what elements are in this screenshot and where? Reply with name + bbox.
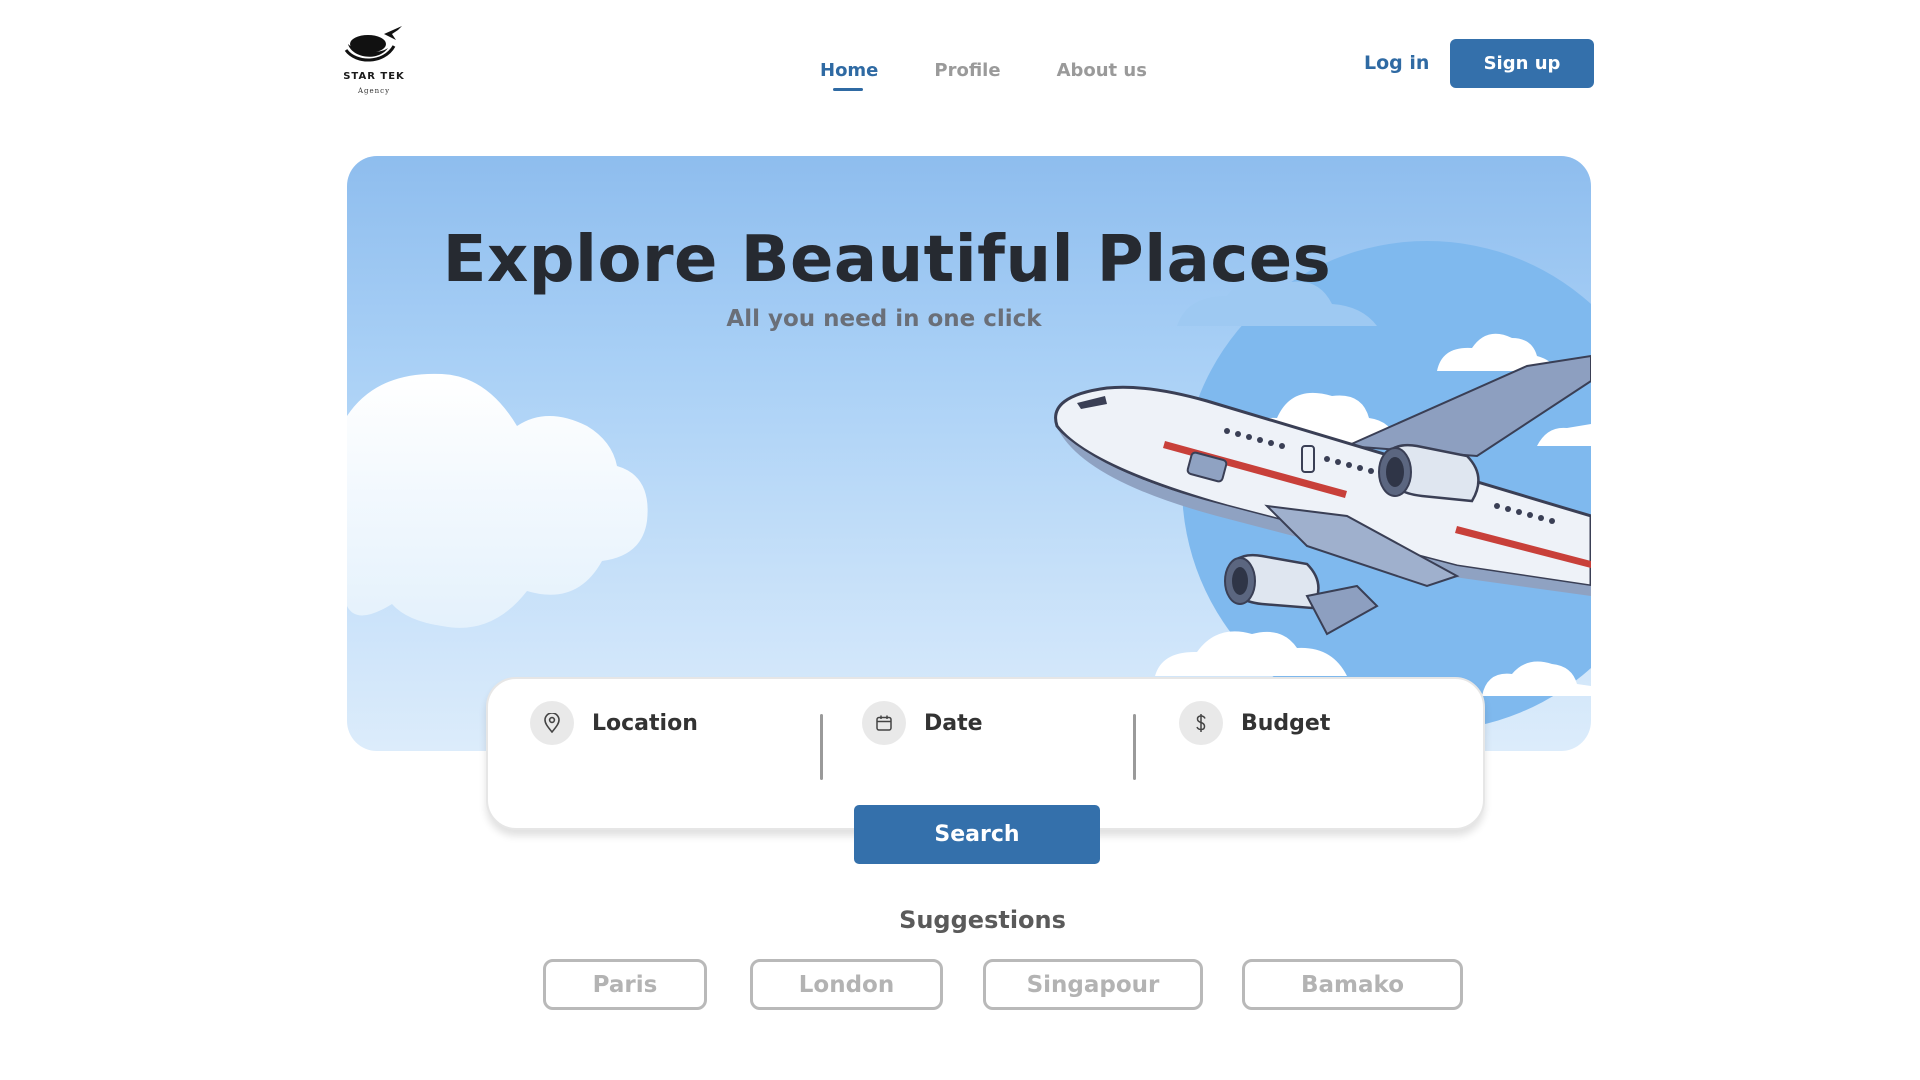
nav-item-label: Home (820, 60, 879, 81)
calendar-icon (862, 701, 906, 745)
nav-item-label: Profile (934, 60, 1001, 81)
nav-item-label: About us (1056, 60, 1147, 81)
hero-banner: Explore Beautiful Places All you need in… (347, 156, 1591, 751)
field-divider (1133, 714, 1136, 780)
hero-title: Explore Beautiful Places (442, 223, 1332, 297)
budget-field[interactable]: Budget (1179, 701, 1330, 745)
nav-item-about[interactable]: About us (1057, 60, 1147, 81)
brand-logo[interactable]: STAR TEK Agency (338, 24, 428, 104)
nav-item-home[interactable]: Home (820, 60, 879, 91)
location-field[interactable]: Location (530, 701, 698, 745)
suggestion-chip-bamako[interactable]: Bamako (1242, 959, 1463, 1010)
field-divider (820, 714, 823, 780)
plane-globe-icon (344, 26, 402, 62)
signup-button[interactable]: Sign up (1450, 39, 1594, 88)
login-link[interactable]: Log in (1364, 52, 1429, 74)
date-label: Date (924, 710, 983, 736)
brand-tagline: Agency (357, 87, 391, 95)
date-field[interactable]: Date (862, 701, 983, 745)
suggestions-title: Suggestions (899, 906, 1066, 934)
suggestion-chip-paris[interactable]: Paris (543, 959, 707, 1010)
suggestion-chip-singapour[interactable]: Singapour (983, 959, 1203, 1010)
search-button[interactable]: Search (854, 805, 1100, 864)
budget-label: Budget (1241, 710, 1331, 736)
brand-name: STAR TEK (343, 71, 405, 82)
location-label: Location (592, 710, 698, 736)
active-indicator (833, 88, 863, 91)
suggestion-chip-london[interactable]: London (750, 959, 943, 1010)
nav-item-profile[interactable]: Profile (934, 60, 1000, 81)
hero-subtitle: All you need in one click (726, 306, 1042, 332)
location-pin-icon (530, 701, 574, 745)
dollar-icon (1179, 701, 1223, 745)
main-nav: Home Profile About us (820, 60, 1147, 91)
